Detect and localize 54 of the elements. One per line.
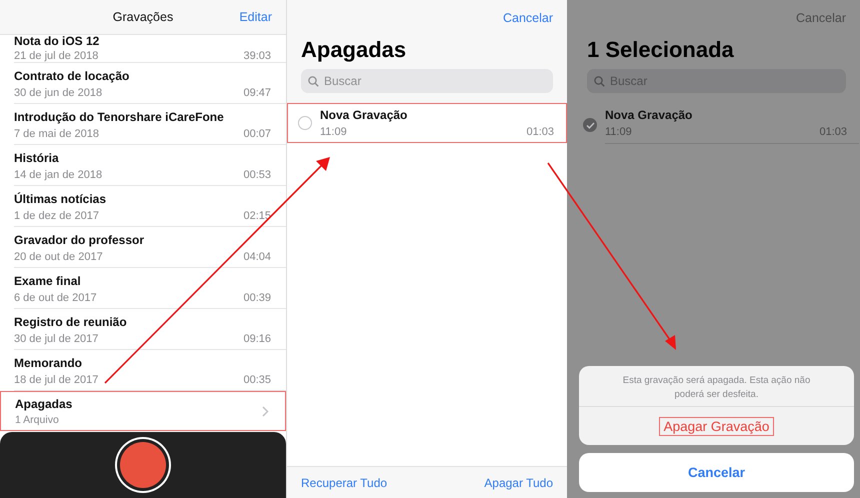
checkmark-circle[interactable]	[583, 118, 597, 132]
search-icon	[308, 76, 319, 87]
chevron-icon	[262, 406, 269, 416]
file-count: 1 Arquivo	[15, 412, 60, 426]
recording-title: Memorando	[14, 355, 84, 372]
recording-date: 18 de jul de 2017	[14, 373, 98, 388]
recording-duration: 00:35	[243, 373, 271, 388]
recording-row[interactable]: Nova Gravação 11:09 01:03	[287, 103, 567, 143]
recording-duration: 01:03	[819, 124, 847, 140]
recording-title: Gravador do professor	[14, 232, 146, 249]
recording-duration: 00:39	[243, 291, 271, 306]
recording-duration: 09:16	[243, 332, 271, 347]
recording-duration: 01:03	[526, 124, 554, 140]
screen-title: 1 Selecionada	[587, 36, 735, 64]
recording-date: 6 de out de 2017	[14, 291, 97, 306]
recording-duration: 04:04	[243, 250, 271, 265]
recording-title: História	[14, 150, 60, 167]
recover-all-link[interactable]: Recuperar Tudo	[301, 476, 388, 490]
recording-date: 7 de mai de 2018	[14, 127, 100, 142]
recording-title: Nova Gravação	[320, 106, 408, 124]
deleted-folder-row[interactable]: Apagadas 1 Arquivo	[0, 391, 286, 431]
recording-title: Últimas notícias	[14, 191, 108, 208]
delete-all-link[interactable]: Apagar Tudo	[484, 476, 553, 490]
cancel-link[interactable]: Cancelar	[796, 10, 846, 24]
recording-duration: 00:53	[243, 168, 271, 183]
screen-title: Gravações	[112, 10, 174, 24]
recording-title: Registro de reunião	[14, 314, 128, 331]
record-button[interactable]	[120, 442, 166, 488]
cancel-link[interactable]: Cancelar	[502, 10, 553, 24]
recording-time: 11:09	[320, 124, 347, 140]
folder-title: Apagadas	[15, 396, 72, 412]
recording-date: 1 de dez de 2017	[14, 209, 100, 224]
recording-title: Introdução do Tenorshare iCareFone	[14, 109, 225, 126]
recording-duration: 00:07	[243, 127, 271, 142]
delete-recording-button[interactable]: Apagar Gravação	[658, 416, 774, 436]
recording-title: Nota do iOS 12	[14, 35, 100, 48]
recording-date: 14 de jan de 2018	[14, 168, 102, 183]
screen-title: Apagadas	[301, 36, 408, 64]
recording-time: 11:09	[605, 124, 632, 140]
cancel-button[interactable]: Cancelar	[579, 453, 854, 492]
recording-date: 20 de out de 2017	[14, 250, 103, 265]
recording-duration: 39:03	[243, 49, 271, 64]
edit-link[interactable]: Editar	[239, 10, 272, 24]
recording-date: 30 de jul de 2017	[14, 332, 98, 347]
recording-date: 21 de jul de 2018	[14, 49, 98, 64]
warning-message: Esta gravação será apagada. Esta ação não poderá ser desfeita.	[579, 366, 854, 407]
search-icon	[594, 76, 605, 87]
recording-title: Nova Gravação	[605, 106, 694, 124]
recording-duration: 09:47	[243, 86, 271, 101]
recording-title: Exame final	[14, 273, 82, 290]
recording-date: 30 de jun de 2018	[14, 86, 102, 101]
recording-row[interactable]: Nova Gravação 11:09 01:03	[573, 105, 860, 145]
recording-title: Contrato de locação	[14, 68, 130, 85]
search-field[interactable]: Buscar	[301, 69, 553, 93]
